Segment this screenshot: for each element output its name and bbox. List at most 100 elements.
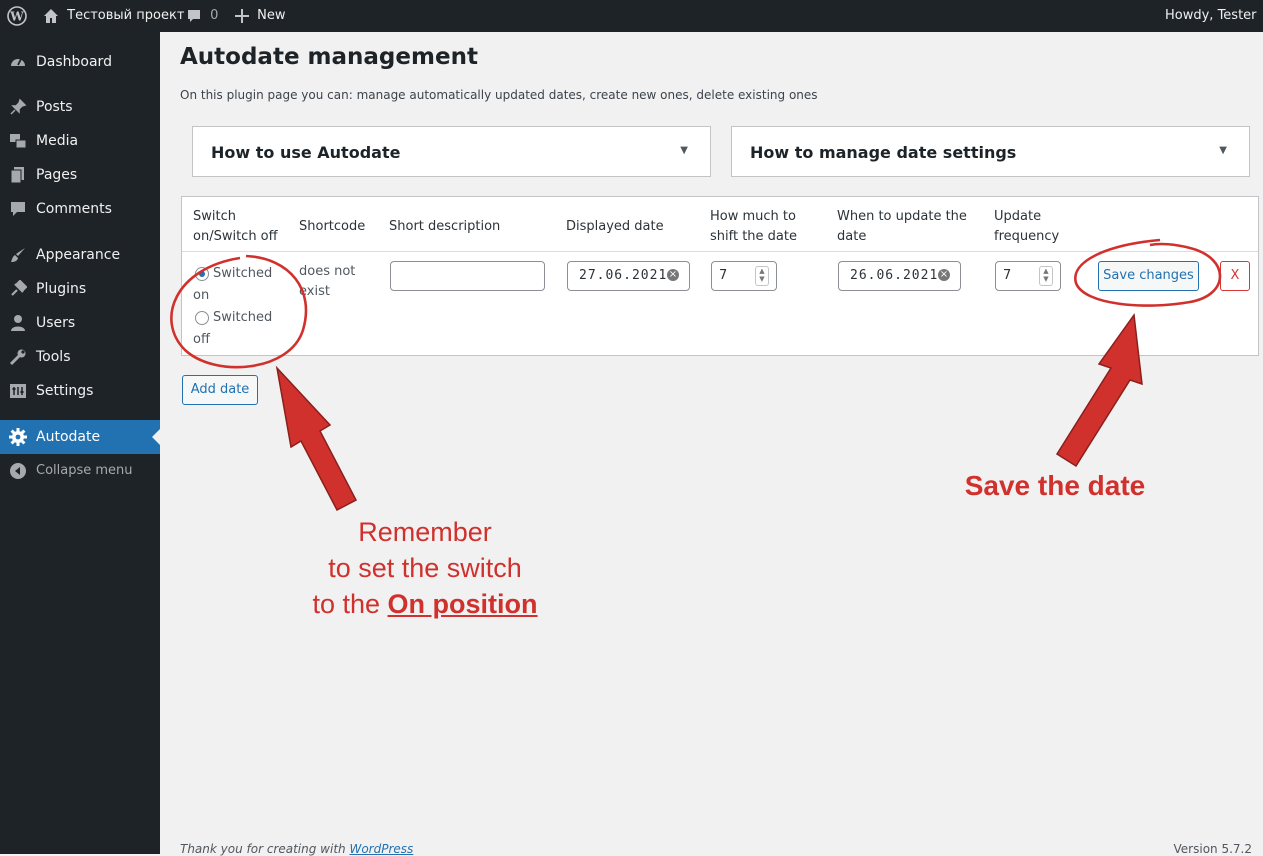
shift-value: 7 bbox=[719, 268, 728, 283]
clear-icon[interactable]: × bbox=[938, 269, 950, 281]
account-menu[interactable]: Howdy, Tester bbox=[1165, 0, 1263, 32]
switch-off-label-1: Switched bbox=[213, 310, 273, 325]
dashboard-icon bbox=[9, 53, 27, 71]
column-header-displayed-date: Displayed date bbox=[566, 219, 664, 234]
note-emphasis: On position bbox=[387, 589, 538, 619]
switch-on-radio[interactable] bbox=[195, 267, 209, 281]
column-header-when-update: When to update the date bbox=[837, 207, 967, 247]
wrench-icon bbox=[9, 348, 27, 366]
sidebar-item-appearance[interactable]: Appearance bbox=[0, 238, 160, 272]
pages-icon bbox=[9, 166, 27, 184]
switch-on-label-1: Switched bbox=[213, 266, 273, 281]
sidebar-item-label: Tools bbox=[36, 349, 71, 365]
update-date-value: 26.06.2021 bbox=[850, 268, 939, 283]
header-line: date bbox=[837, 229, 867, 244]
media-icon bbox=[9, 132, 27, 150]
sidebar-item-media[interactable]: Media bbox=[0, 124, 160, 158]
collapse-icon bbox=[9, 462, 27, 480]
user-icon bbox=[9, 314, 27, 332]
accordion-how-to-use[interactable]: How to use Autodate ▼ bbox=[192, 126, 711, 177]
note-line: Remember bbox=[358, 517, 492, 547]
page-title: Autodate management bbox=[180, 44, 478, 70]
note-text: to the bbox=[312, 589, 381, 619]
frequency-input[interactable]: 7 ▲ ▼ bbox=[995, 261, 1061, 291]
site-name: Тестовый проект bbox=[67, 8, 185, 23]
delete-button[interactable]: X bbox=[1220, 261, 1250, 291]
header-line: Update bbox=[994, 209, 1042, 224]
site-name-link[interactable]: Тестовый проект bbox=[43, 0, 184, 32]
sidebar-item-label: Pages bbox=[36, 167, 78, 183]
plug-icon bbox=[9, 279, 28, 298]
displayed-date-input[interactable]: 27.06.2021 × bbox=[567, 261, 690, 291]
header-line: When to update the bbox=[837, 209, 967, 224]
sidebar-item-label: Comments bbox=[36, 201, 112, 217]
update-date-input[interactable]: 26.06.2021 × bbox=[838, 261, 961, 291]
chevron-down-icon: ▼ bbox=[1219, 145, 1227, 156]
sidebar-item-users[interactable]: Users bbox=[0, 306, 160, 340]
switch-off-radio[interactable] bbox=[195, 311, 209, 325]
header-line: frequency bbox=[994, 229, 1060, 244]
spinner-icon[interactable]: ▲ ▼ bbox=[755, 266, 769, 286]
sidebar-item-label: Plugins bbox=[36, 281, 87, 297]
settings-icon bbox=[9, 382, 27, 400]
sidebar-item-autodate[interactable]: Autodate bbox=[0, 420, 160, 454]
sidebar-item-settings[interactable]: Settings bbox=[0, 374, 160, 408]
column-header-short-description: Short description bbox=[389, 219, 501, 234]
header-line: Switch bbox=[193, 209, 236, 224]
shift-input[interactable]: 7 ▲ ▼ bbox=[711, 261, 777, 291]
sidebar-item-label: Autodate bbox=[36, 429, 101, 445]
page-intro: On this plugin page you can: manage auto… bbox=[180, 88, 818, 102]
admin-bar: W Тестовый проект 0 New Howdy, Tester bbox=[0, 0, 1263, 32]
comment-icon bbox=[9, 200, 27, 218]
new-label: New bbox=[257, 8, 286, 23]
gear-icon bbox=[9, 428, 27, 446]
sidebar-item-dashboard[interactable]: Dashboard bbox=[0, 45, 160, 79]
sidebar-item-label: Settings bbox=[36, 383, 94, 399]
save-date-note: Save the date bbox=[964, 470, 1146, 501]
plus-icon bbox=[235, 8, 249, 23]
column-header-switch: Switch on/Switch off bbox=[193, 207, 278, 247]
dates-table: Switch on/Switch off Shortcode Short des… bbox=[181, 196, 1259, 356]
note-line-3: to the On position bbox=[290, 586, 560, 622]
collapse-menu-button[interactable]: Collapse menu bbox=[0, 454, 160, 488]
new-content-link[interactable]: New bbox=[235, 0, 286, 32]
svg-text:W: W bbox=[9, 9, 24, 23]
admin-sidebar: Dashboard Posts Media Pages Comments App… bbox=[0, 32, 160, 854]
sidebar-item-label: Appearance bbox=[36, 247, 121, 263]
switch-reminder-note: Remember to set the switch to the On pos… bbox=[290, 514, 560, 622]
shortcode-value-1: does not bbox=[299, 264, 356, 279]
column-header-frequency: Update frequency bbox=[994, 207, 1059, 247]
sidebar-item-tools[interactable]: Tools bbox=[0, 340, 160, 374]
sidebar-item-label: Dashboard bbox=[36, 54, 112, 70]
pin-icon bbox=[9, 98, 27, 116]
comment-icon bbox=[186, 8, 202, 23]
switch-off-label-2: off bbox=[193, 332, 210, 347]
comments-link[interactable]: 0 bbox=[186, 0, 218, 32]
frequency-value: 7 bbox=[1003, 268, 1012, 283]
column-header-shortcode: Shortcode bbox=[299, 219, 366, 234]
accordion-date-settings[interactable]: How to manage date settings ▼ bbox=[731, 126, 1250, 177]
spinner-icon[interactable]: ▲ ▼ bbox=[1039, 266, 1053, 286]
sidebar-item-label: Posts bbox=[36, 99, 73, 115]
save-changes-button[interactable]: Save changes bbox=[1098, 261, 1199, 291]
add-date-button[interactable]: Add date bbox=[182, 375, 258, 405]
greeting: Howdy, Tester bbox=[1165, 8, 1257, 23]
sidebar-item-posts[interactable]: Posts bbox=[0, 90, 160, 124]
sidebar-item-comments[interactable]: Comments bbox=[0, 192, 160, 226]
sidebar-item-label: Collapse menu bbox=[36, 463, 133, 478]
shortcode-value-2: exist bbox=[299, 284, 330, 299]
column-header-shift: How much to shift the date bbox=[710, 207, 797, 247]
home-icon bbox=[43, 8, 59, 23]
header-line: on/Switch off bbox=[193, 229, 278, 244]
sidebar-item-plugins[interactable]: Plugins bbox=[0, 272, 160, 306]
short-description-input[interactable] bbox=[390, 261, 545, 291]
accordion-title: How to manage date settings bbox=[750, 143, 1017, 162]
switch-on-label-2: on bbox=[193, 288, 210, 303]
comments-count: 0 bbox=[210, 8, 219, 23]
wordpress-logo-icon[interactable]: W bbox=[7, 0, 27, 32]
clear-icon[interactable]: × bbox=[667, 269, 679, 281]
brush-icon bbox=[9, 246, 27, 264]
sidebar-item-label: Users bbox=[36, 315, 76, 331]
sidebar-item-pages[interactable]: Pages bbox=[0, 158, 160, 192]
sidebar-item-label: Media bbox=[36, 133, 79, 149]
